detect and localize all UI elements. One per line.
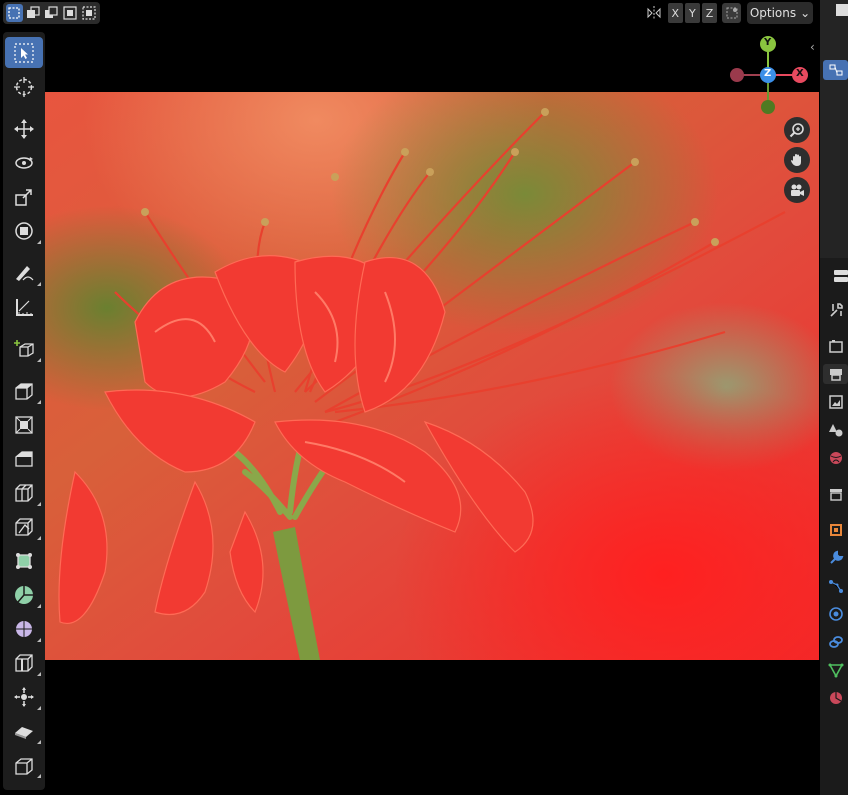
properties-editor-icon[interactable] — [830, 266, 848, 286]
viewport-header: X Y Z Options ⌄ — [0, 0, 820, 26]
options-label: Options — [749, 6, 797, 20]
smooth-tool[interactable] — [5, 613, 43, 644]
transform-tool[interactable] — [5, 215, 43, 246]
constraints-tab-icon[interactable] — [826, 632, 846, 652]
knife-tool[interactable] — [5, 511, 43, 542]
camera-icon[interactable] — [784, 177, 810, 203]
gizmo-x-label: X — [796, 68, 804, 79]
shear-tool[interactable] — [5, 715, 43, 746]
mesh-symmetry-icon[interactable] — [722, 3, 741, 23]
edge-slide-tool[interactable] — [5, 647, 43, 678]
world-tab-icon[interactable] — [826, 448, 846, 468]
chevron-down-icon: ⌄ — [800, 6, 811, 20]
mirror-icon[interactable] — [643, 3, 666, 23]
inset-tool[interactable] — [5, 409, 43, 440]
cursor-tool[interactable] — [5, 71, 43, 102]
physics-tab-icon[interactable] — [826, 604, 846, 624]
pan-hand-icon[interactable] — [784, 147, 810, 173]
collapse-sidebar-icon[interactable]: ‹ — [810, 40, 815, 54]
options-dropdown[interactable]: Options ⌄ — [747, 2, 813, 24]
rip-tool[interactable] — [5, 749, 43, 780]
annotate-tool[interactable] — [5, 257, 43, 288]
move-tool[interactable] — [5, 113, 43, 144]
collection-tab-icon[interactable] — [826, 484, 846, 504]
extrude-tool[interactable] — [5, 375, 43, 406]
scene-tab-icon[interactable] — [826, 420, 846, 440]
editor-menu-icon[interactable] — [830, 0, 848, 20]
outliner-filter-icon[interactable] — [823, 60, 848, 80]
rotate-tool[interactable] — [5, 147, 43, 178]
viewport-image — [45, 92, 819, 660]
select-invert-icon[interactable] — [62, 4, 79, 22]
scale-tool[interactable] — [5, 181, 43, 212]
view-layer-tab-icon[interactable] — [826, 392, 846, 412]
gizmo-z-label: Z — [764, 68, 772, 79]
zoom-icon[interactable] — [784, 117, 810, 143]
poly-build-tool[interactable] — [5, 545, 43, 576]
mirror-x-button[interactable]: X — [667, 3, 683, 23]
select-intersect-icon[interactable] — [80, 4, 97, 22]
outliner-strip — [820, 0, 848, 258]
object-tab-icon[interactable] — [826, 520, 846, 540]
spin-tool[interactable] — [5, 579, 43, 610]
select-box-tool[interactable] — [5, 37, 43, 68]
select-new-icon[interactable] — [6, 4, 23, 22]
selection-mode-group — [3, 2, 100, 24]
tool-tab-icon[interactable] — [826, 300, 846, 320]
select-extend-icon[interactable] — [25, 4, 42, 22]
gizmo-y-label: Y — [764, 37, 772, 48]
mirror-y-button[interactable]: Y — [684, 3, 700, 23]
mirror-z-button[interactable]: Z — [701, 3, 718, 23]
loop-cut-tool[interactable] — [5, 477, 43, 508]
bevel-tool[interactable] — [5, 443, 43, 474]
select-subtract-icon[interactable] — [43, 4, 60, 22]
add-cube-tool[interactable] — [5, 333, 43, 364]
particles-tab-icon[interactable] — [826, 576, 846, 596]
shrink-fatten-tool[interactable] — [5, 681, 43, 712]
data-tab-icon[interactable] — [826, 660, 846, 680]
material-tab-icon[interactable] — [826, 688, 846, 708]
tool-shelf — [3, 32, 45, 790]
output-tab-icon[interactable] — [823, 364, 848, 384]
measure-tool[interactable] — [5, 291, 43, 322]
modifiers-tab-icon[interactable] — [826, 548, 846, 568]
red-spider-lily-photo — [45, 92, 819, 660]
mirror-axes-group: X Y Z — [643, 2, 741, 24]
navigation-gizmo[interactable]: Y X Z — [727, 34, 809, 116]
render-tab-icon[interactable] — [826, 336, 846, 356]
